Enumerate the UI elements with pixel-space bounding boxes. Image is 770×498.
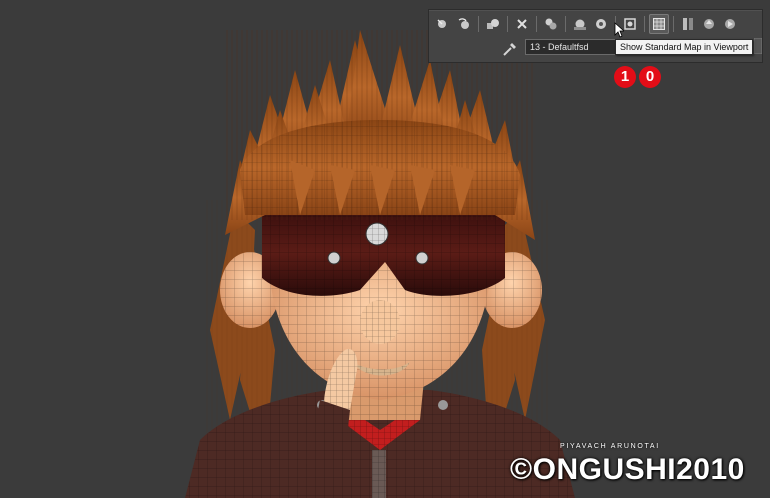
eyedropper-icon[interactable] xyxy=(501,40,519,58)
3d-viewport[interactable]: 13 - Defaultfsd Show Standard Map in Vie… xyxy=(0,0,770,498)
mouse-cursor-icon xyxy=(614,22,624,38)
artist-credit: PIYAVACH ARUNOTAI xyxy=(560,443,660,450)
toolbar-dropdown-icon[interactable] xyxy=(754,38,762,54)
toolbar-separator xyxy=(536,16,537,32)
show-standard-map-icon[interactable] xyxy=(649,14,669,34)
show-map-background-icon[interactable] xyxy=(678,14,698,34)
make-unique-icon[interactable] xyxy=(541,14,561,34)
go-to-parent-icon[interactable] xyxy=(699,14,719,34)
put-to-library-icon[interactable] xyxy=(570,14,590,34)
tooltip: Show Standard Map in Viewport xyxy=(615,39,754,55)
toolbar-separator xyxy=(644,16,645,32)
put-to-scene-icon[interactable] xyxy=(454,14,474,34)
toolbar-separator xyxy=(673,16,674,32)
watermark-logo: ©ONGUSHI2010 xyxy=(510,453,745,486)
toolbar-separator xyxy=(507,16,508,32)
assign-material-icon[interactable] xyxy=(483,14,503,34)
toolbar-button-row xyxy=(433,14,741,34)
toolbar-separator xyxy=(565,16,566,32)
step-badge-0: 0 xyxy=(639,66,661,88)
go-forward-to-sibling-icon[interactable] xyxy=(720,14,740,34)
reset-map-icon[interactable] xyxy=(512,14,532,34)
toolbar-separator xyxy=(478,16,479,32)
material-id-channel-icon[interactable] xyxy=(591,14,611,34)
get-material-icon[interactable] xyxy=(433,14,453,34)
step-badge-1: 1 xyxy=(614,66,636,88)
